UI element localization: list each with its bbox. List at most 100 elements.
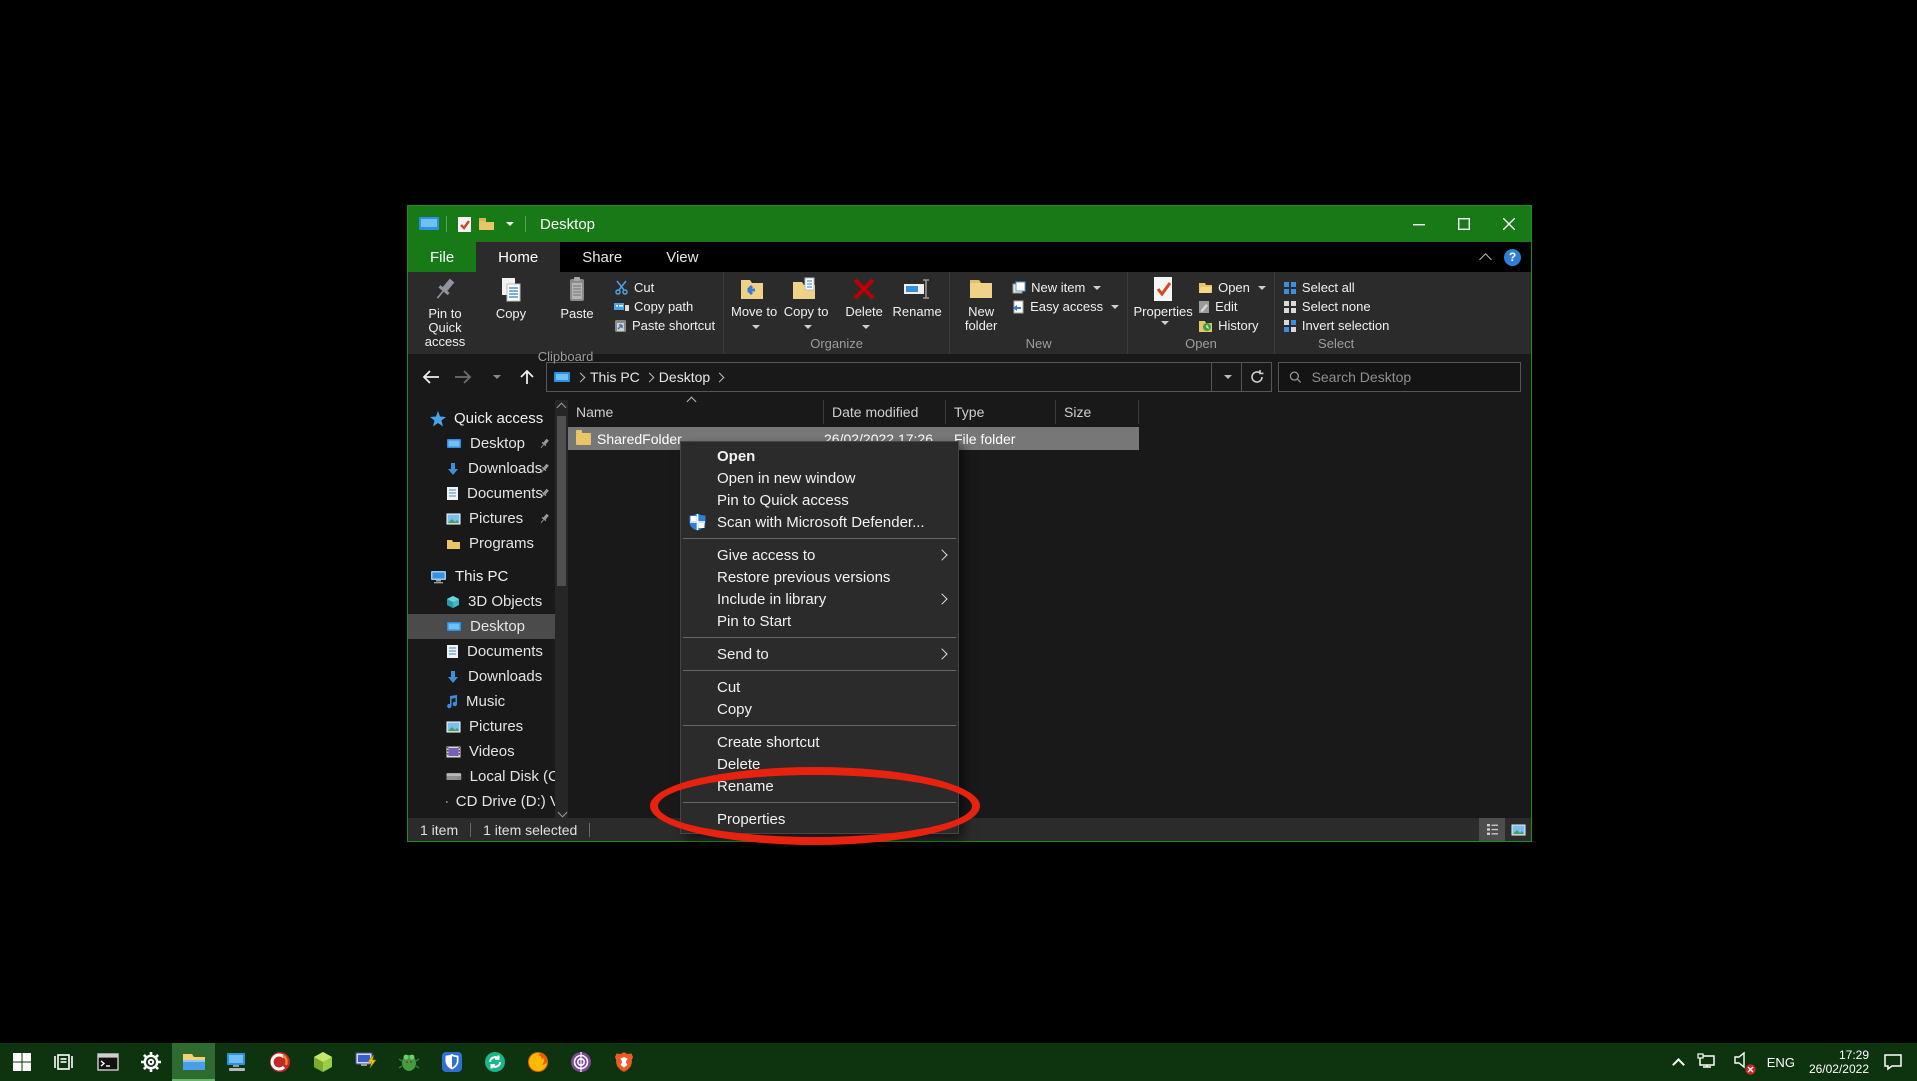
- sidebar-item-downloads[interactable]: Downloads: [408, 664, 568, 689]
- column-header-date-modified[interactable]: Date modified: [824, 400, 946, 424]
- firefox-icon[interactable]: [516, 1043, 559, 1081]
- sidebar-item-3d-objects[interactable]: 3D Objects: [408, 589, 568, 614]
- select-none-button[interactable]: Select none: [1279, 297, 1393, 316]
- menu-item-create-shortcut[interactable]: Create shortcut: [681, 731, 958, 753]
- tab-home[interactable]: Home: [476, 242, 560, 272]
- scroll-up-icon[interactable]: [557, 403, 567, 413]
- sidebar-item-cd-drive-d[interactable]: CD Drive (D:) Vir: [408, 789, 568, 814]
- menu-item-open-in-new-window[interactable]: Open in new window: [681, 467, 958, 489]
- title-bar[interactable]: Desktop: [408, 206, 1531, 242]
- forward-button[interactable]: [450, 364, 476, 390]
- breadcrumb-this-pc[interactable]: This PC: [590, 369, 640, 385]
- menu-item-cut[interactable]: Cut: [681, 676, 958, 698]
- remote-desktop-icon[interactable]: [215, 1043, 258, 1081]
- sidebar-item-pictures-qa[interactable]: Pictures: [408, 506, 568, 531]
- move-to-button[interactable]: Move to: [728, 274, 780, 333]
- sidebar-item-desktop-qa[interactable]: Desktop: [408, 431, 568, 456]
- tray-show-hidden-icons[interactable]: [1672, 1058, 1685, 1071]
- properties-quick-icon[interactable]: [453, 214, 475, 234]
- ccleaner-icon[interactable]: [258, 1043, 301, 1081]
- file-explorer-taskbar-icon[interactable]: [172, 1043, 215, 1081]
- menu-item-open[interactable]: Open: [681, 445, 958, 467]
- tab-file[interactable]: File: [408, 242, 476, 272]
- tab-share[interactable]: Share: [560, 242, 644, 272]
- paste-shortcut-button[interactable]: Paste shortcut: [610, 316, 719, 335]
- search-input[interactable]: [1312, 369, 1510, 385]
- select-all-button[interactable]: Select all: [1279, 278, 1393, 297]
- menu-item-pin-to-start[interactable]: Pin to Start: [681, 610, 958, 632]
- edit-button[interactable]: Edit: [1194, 297, 1270, 316]
- sidebar-item-vmshared[interactable]: vmShared (\\VB:: [408, 814, 568, 818]
- column-header-name[interactable]: Name: [568, 400, 824, 424]
- column-header-size[interactable]: Size: [1056, 400, 1139, 424]
- start-button[interactable]: [0, 1043, 43, 1081]
- menu-item-send-to[interactable]: Send to: [681, 643, 958, 665]
- sidebar-section-quick-access[interactable]: Quick access: [408, 406, 568, 431]
- menu-item-copy[interactable]: Copy: [681, 698, 958, 720]
- invert-selection-button[interactable]: Invert selection: [1279, 316, 1393, 335]
- tab-view[interactable]: View: [644, 242, 720, 272]
- minimize-button[interactable]: [1396, 206, 1441, 242]
- collapse-ribbon-icon[interactable]: [1479, 253, 1492, 266]
- menu-item-give-access-to[interactable]: Give access to: [681, 544, 958, 566]
- clock[interactable]: 17:29 26/02/2022: [1809, 1048, 1869, 1076]
- sidebar-scrollbar[interactable]: [555, 400, 568, 818]
- menu-item-rename[interactable]: Rename: [681, 775, 958, 797]
- menu-item-scan-with-defender[interactable]: Scan with Microsoft Defender...: [681, 511, 958, 533]
- copy-button[interactable]: Copy: [478, 274, 544, 321]
- details-view-button[interactable]: [1479, 818, 1505, 841]
- large-icons-view-button[interactable]: [1505, 818, 1531, 841]
- address-history-dropdown[interactable]: [1212, 362, 1242, 392]
- up-button[interactable]: [514, 364, 540, 390]
- sidebar-item-programs[interactable]: Programs: [408, 531, 568, 556]
- history-button[interactable]: History: [1194, 316, 1270, 335]
- cut-button[interactable]: Cut: [610, 278, 719, 297]
- refresh-button[interactable]: [1242, 362, 1272, 392]
- help-icon[interactable]: ?: [1504, 249, 1521, 266]
- volume-muted-icon[interactable]: [1733, 1051, 1753, 1074]
- copy-to-button[interactable]: Copy to: [780, 274, 832, 333]
- tor-browser-icon[interactable]: [559, 1043, 602, 1081]
- antispyware-bug-icon[interactable]: [387, 1043, 430, 1081]
- back-button[interactable]: [418, 364, 444, 390]
- rename-button[interactable]: Rename: [889, 274, 945, 319]
- search-box[interactable]: [1278, 362, 1521, 392]
- sidebar-item-videos[interactable]: Videos: [408, 739, 568, 764]
- menu-item-pin-to-quick-access[interactable]: Pin to Quick access: [681, 489, 958, 511]
- scroll-down-icon[interactable]: [559, 809, 566, 816]
- recent-locations-dropdown[interactable]: [482, 364, 508, 390]
- menu-item-restore-previous-versions[interactable]: Restore previous versions: [681, 566, 958, 588]
- menu-item-include-in-library[interactable]: Include in library: [681, 588, 958, 610]
- address-bar[interactable]: This PC Desktop: [546, 362, 1212, 392]
- sidebar-item-local-disk-c[interactable]: Local Disk (C:): [408, 764, 568, 789]
- brave-icon[interactable]: [602, 1043, 645, 1081]
- paste-button[interactable]: Paste: [544, 274, 610, 321]
- properties-button[interactable]: Properties: [1132, 274, 1194, 325]
- network-icon[interactable]: [1697, 1053, 1719, 1071]
- open-button[interactable]: Open: [1194, 278, 1270, 297]
- sidebar-item-music[interactable]: Music: [408, 689, 568, 714]
- sidebar-item-documents-qa[interactable]: Documents: [408, 481, 568, 506]
- maximize-button[interactable]: [1441, 206, 1486, 242]
- easy-access-button[interactable]: Easy access: [1008, 297, 1123, 316]
- sync-icon[interactable]: [473, 1043, 516, 1081]
- new-folder-button[interactable]: New folder: [954, 274, 1008, 333]
- new-item-button[interactable]: New item: [1008, 278, 1123, 297]
- virtualbox-cube-icon[interactable]: [301, 1043, 344, 1081]
- language-indicator[interactable]: ENG: [1767, 1055, 1795, 1070]
- delete-button[interactable]: Delete: [839, 274, 889, 333]
- terminal-icon[interactable]: [86, 1043, 129, 1081]
- column-header-type[interactable]: Type: [946, 400, 1056, 424]
- bitwarden-icon[interactable]: [430, 1043, 473, 1081]
- breadcrumb-desktop[interactable]: Desktop: [659, 369, 710, 385]
- task-view-button[interactable]: [43, 1043, 86, 1081]
- new-folder-quick-icon[interactable]: [475, 214, 497, 234]
- sidebar-section-this-pc[interactable]: This PC: [408, 564, 568, 589]
- sidebar-item-documents[interactable]: Documents: [408, 639, 568, 664]
- copy-path-button[interactable]: Copy path: [610, 297, 719, 316]
- close-button[interactable]: [1486, 206, 1531, 242]
- settings-gear-icon[interactable]: [129, 1043, 172, 1081]
- pin-to-quick-access-button[interactable]: Pin to Quick access: [412, 274, 478, 349]
- sidebar-item-desktop[interactable]: Desktop: [408, 614, 568, 639]
- menu-item-delete[interactable]: Delete: [681, 753, 958, 775]
